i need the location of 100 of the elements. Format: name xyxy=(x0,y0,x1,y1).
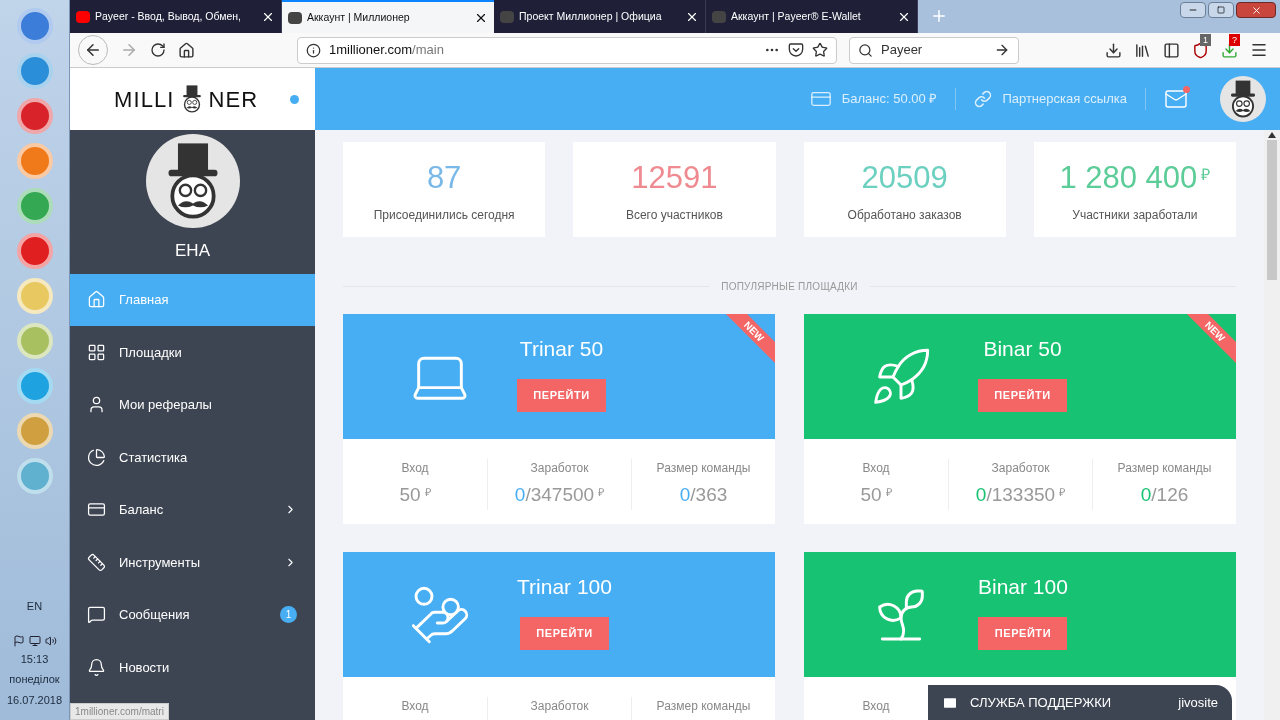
info-label: Размер команды xyxy=(1117,460,1212,477)
message-icon xyxy=(87,605,106,625)
reload-icon[interactable] xyxy=(150,42,166,58)
bookmark-star-icon[interactable] xyxy=(812,42,828,58)
sidebar-item[interactable]: Сообщения 1 xyxy=(70,588,315,641)
stat-label: Всего участников xyxy=(625,206,723,224)
restore-button[interactable] xyxy=(1208,2,1234,18)
sidebar-item[interactable]: Баланс xyxy=(70,483,315,536)
clock-time: 15:13 xyxy=(20,651,49,667)
info-value: 0/363 xyxy=(679,483,728,507)
sidebar-item[interactable]: Мои рефералы xyxy=(70,378,315,431)
menu-icon[interactable] xyxy=(1250,41,1268,59)
stat-value: 12591 xyxy=(631,159,718,198)
info-label: Заработок xyxy=(991,460,1050,477)
shield-icon[interactable] xyxy=(1192,41,1209,59)
taskbar-app-icon[interactable] xyxy=(16,98,53,134)
search-value: Payeer xyxy=(881,41,923,60)
info-label: Вход xyxy=(401,460,429,477)
info-value: 0/126 xyxy=(1140,483,1189,507)
sidebar-item[interactable]: Инструменты xyxy=(70,536,315,589)
user-icon xyxy=(87,395,106,415)
tab-favicon-icon xyxy=(712,10,726,23)
platform-name: Binar 100 xyxy=(978,574,1068,601)
support-chat-bar[interactable]: СЛУЖБА ПОДДЕРЖКИ jivosite xyxy=(928,685,1232,720)
user-name: ЕНА xyxy=(175,240,210,262)
clock-weekday: понеділок xyxy=(9,672,60,687)
close-icon xyxy=(1250,4,1262,16)
close-window-button[interactable] xyxy=(1236,2,1276,18)
tab-title: Аккаунт | Миллионер xyxy=(307,9,411,25)
go-icon[interactable] xyxy=(994,42,1010,58)
stat-label: Участники заработали xyxy=(1072,206,1198,224)
taskbar-app-icon[interactable] xyxy=(16,233,53,269)
scroll-up-icon[interactable] xyxy=(1268,132,1276,138)
library-icon[interactable] xyxy=(1134,41,1151,59)
link-icon xyxy=(974,90,993,108)
sidebar-item[interactable]: Площадки xyxy=(70,326,315,379)
grid-icon xyxy=(87,342,106,362)
status-url: 1millioner.com/matri xyxy=(70,703,169,720)
tab-title: Аккаунт | Payeer® E-Wallet xyxy=(731,8,862,24)
section-title: ПОПУЛЯРНЫЕ ПЛОЩАДКИ xyxy=(721,280,858,294)
flag-icon[interactable] xyxy=(12,634,25,647)
tab-favicon-icon xyxy=(76,10,90,23)
sidebar-item-label: Баланс xyxy=(119,501,164,519)
sidebar-icon[interactable] xyxy=(1163,41,1180,59)
addon-badge: ? xyxy=(1229,33,1240,46)
sidebar-item-label: Статистика xyxy=(119,448,188,467)
scrollbar-thumb[interactable] xyxy=(1267,140,1277,280)
info-label: Вход xyxy=(862,460,890,477)
logo[interactable]: MILLI NER xyxy=(114,82,259,116)
platform-name: Trinar 100 xyxy=(517,574,612,601)
pocket-icon[interactable] xyxy=(788,42,804,58)
ruler-icon xyxy=(87,552,106,572)
tab-title: Проект Миллионер | Официа xyxy=(519,8,663,24)
minimize-button[interactable] xyxy=(1180,2,1206,18)
info-label: Вход xyxy=(401,698,429,715)
home-icon[interactable] xyxy=(178,41,195,59)
info-value: 50 $^{₽}$ xyxy=(399,483,431,507)
sidebar-item-label: Инструменты xyxy=(119,553,201,572)
brand-label: jivosite xyxy=(1178,693,1218,712)
sidebar-item-label: Сообщения xyxy=(119,606,190,624)
download-icon[interactable] xyxy=(1105,41,1122,59)
tab-favicon-icon xyxy=(288,11,302,24)
clock-date: 16.07.2018 xyxy=(6,692,63,708)
sidebar-item-label: Мои рефералы xyxy=(119,396,212,414)
sidebar-item-label: Главная xyxy=(119,291,169,309)
url-text: 1millioner.com/main xyxy=(329,41,444,60)
stat-label: Обработано заказов xyxy=(847,206,962,224)
pie-chart-icon xyxy=(87,447,106,467)
bell-icon xyxy=(87,657,106,677)
info-label: Размер команды xyxy=(656,460,751,477)
sidebar-item[interactable]: Статистика xyxy=(70,431,315,484)
taskbar-app-icon[interactable] xyxy=(16,8,53,44)
search-field[interactable]: Payeer xyxy=(849,36,1019,64)
stat-label: Присоединились сегодня xyxy=(373,206,515,224)
support-label: СЛУЖБА ПОДДЕРЖКИ xyxy=(970,693,1112,712)
browser-tab[interactable]: Аккаунт | Миллионер xyxy=(282,0,494,33)
stat-value: 87 xyxy=(426,159,462,198)
sidebar-item-label: Новости xyxy=(119,658,170,677)
home-icon xyxy=(87,290,106,310)
info-label: Размер команды xyxy=(656,698,751,715)
avatar-icon xyxy=(1220,76,1266,122)
addon-badge: 1 xyxy=(1200,33,1211,46)
info-icon[interactable] xyxy=(306,42,321,58)
volume-icon[interactable] xyxy=(44,634,57,647)
info-label: Заработок xyxy=(530,698,589,715)
info-value: 50 $^{₽}$ xyxy=(860,483,892,507)
info-value: 0/347500 $^{₽}$ xyxy=(514,483,605,507)
count-badge: 1 xyxy=(280,606,297,624)
scrollbar[interactable] xyxy=(1264,130,1280,720)
network-icon[interactable] xyxy=(28,634,41,647)
platform-name: Trinar 50 xyxy=(519,336,604,363)
avatar-icon xyxy=(145,134,240,228)
sidebar-item[interactable]: Новости xyxy=(70,641,315,694)
language-indicator[interactable]: EN xyxy=(26,598,43,615)
tab-title: Payeer - Ввод, Вывод, Обмен, xyxy=(95,8,242,24)
address-field[interactable]: 1millioner.com/main xyxy=(297,36,837,64)
stat-value: 1 280 400$^{₽}$ xyxy=(1059,159,1211,198)
info-label: Вход xyxy=(862,698,890,715)
restore-icon xyxy=(1217,6,1225,14)
info-label: Заработок xyxy=(530,460,589,477)
